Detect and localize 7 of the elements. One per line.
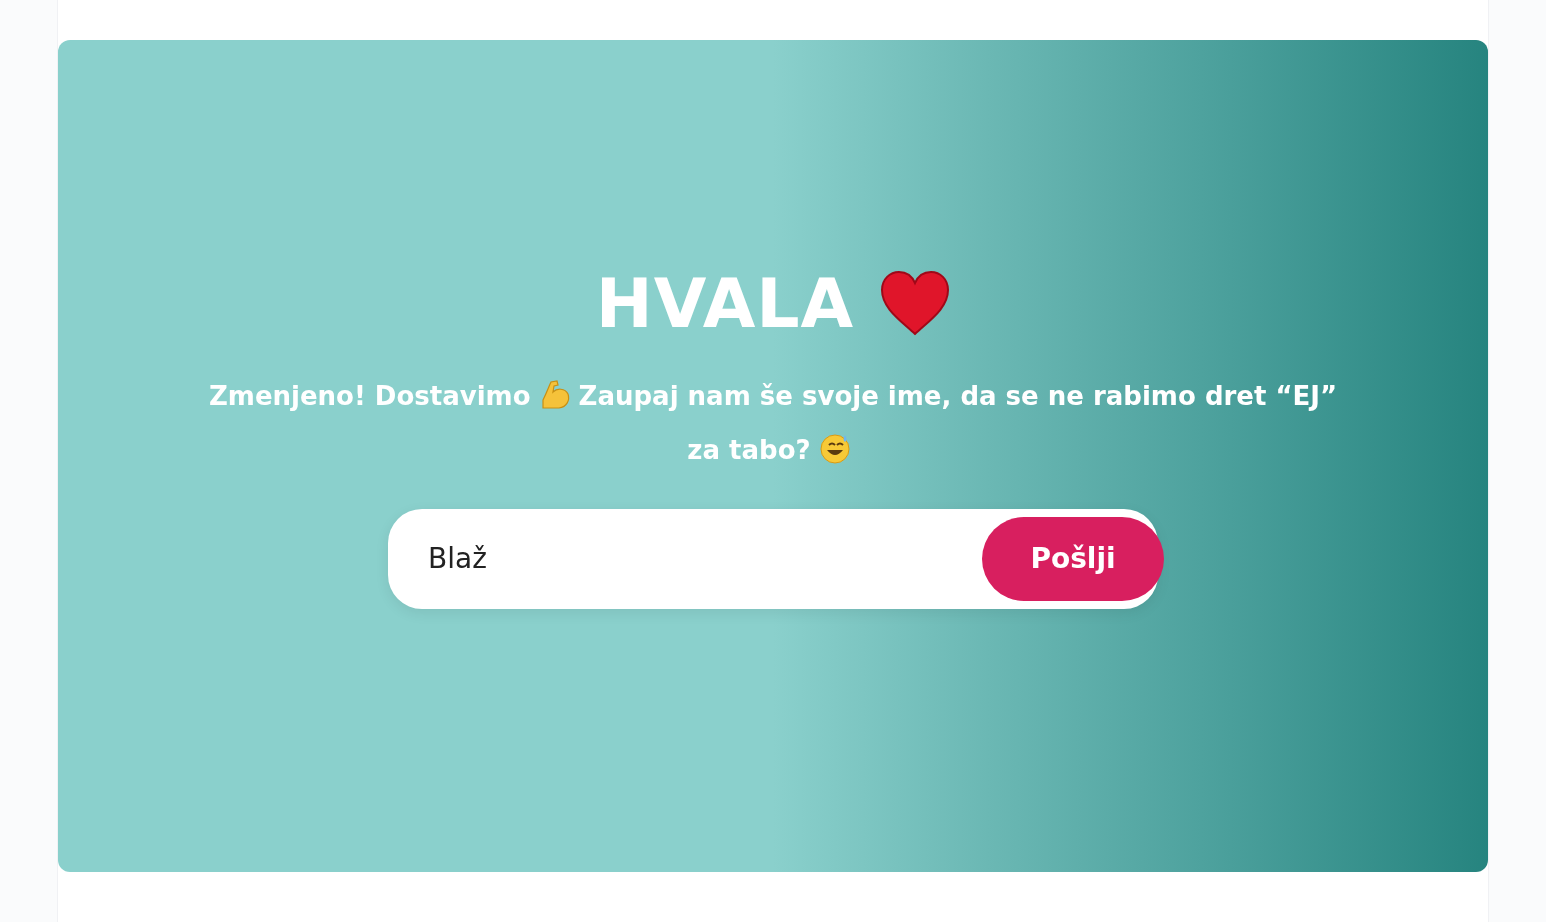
message-text: za tabo? [687, 434, 811, 465]
sweat-smile-icon [818, 431, 851, 464]
message-text: Zmenjeno! Dostavimo [208, 380, 531, 411]
message-text: Zaupaj nam še svoje ime, da se ne rabimo dret “EJ” [578, 380, 1338, 411]
heart-icon [880, 270, 951, 336]
title: HVALA [595, 263, 855, 343]
send-button[interactable]: Pošlji [982, 516, 1164, 601]
